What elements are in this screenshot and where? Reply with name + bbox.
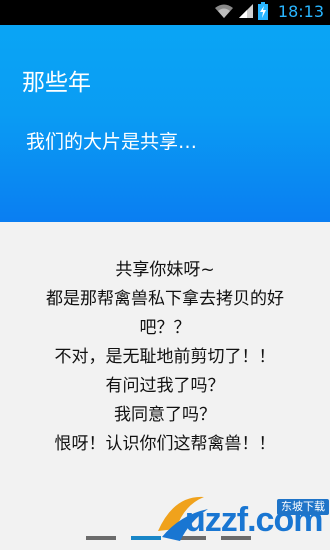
content-panel[interactable]: 共享你妹呀~ 都是那帮禽兽私下拿去拷贝的好 吧？？ 不对，是无耻地前剪切了！！ …: [0, 222, 330, 550]
hero-subtitle: 我们的大片是共享…: [26, 131, 198, 153]
hero-title: 那些年: [22, 70, 91, 96]
battery-charging-icon: [258, 2, 268, 24]
page-indicator: [86, 536, 251, 540]
page-dot-2-active[interactable]: [131, 536, 161, 540]
status-icons: [214, 2, 268, 24]
signal-icon: [238, 3, 254, 23]
message-line-3: 吧？？: [139, 318, 191, 338]
message-line-5: 有问过我了吗？: [105, 376, 225, 396]
wifi-icon: [214, 3, 234, 23]
page-dot-3[interactable]: [176, 536, 206, 540]
page-dot-1[interactable]: [86, 536, 116, 540]
message-line-6: 我同意了吗？: [114, 405, 216, 425]
message-body: 共享你妹呀~ 都是那帮禽兽私下拿去拷贝的好 吧？？ 不对，是无耻地前剪切了！！ …: [0, 256, 330, 459]
message-line-1: 共享你妹呀~: [115, 260, 215, 280]
status-time: 18:13: [277, 2, 324, 21]
message-line-7: 恨呀！认识你们这帮禽兽！！: [54, 434, 276, 454]
page-dot-4[interactable]: [221, 536, 251, 540]
message-line-2: 都是那帮禽兽私下拿去拷贝的好: [46, 289, 284, 309]
hero-banner: 那些年 我们的大片是共享…: [0, 25, 330, 222]
status-bar: 18:13: [0, 0, 330, 25]
message-line-4: 不对，是无耻地前剪切了！！: [54, 347, 276, 367]
